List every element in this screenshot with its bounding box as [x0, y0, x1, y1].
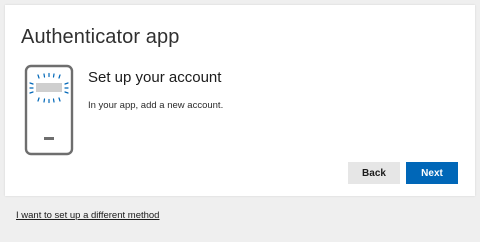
page: Authenticator app Set up your account In…	[0, 0, 480, 242]
page-title: Authenticator app	[21, 26, 180, 48]
different-method-link[interactable]: I want to set up a different method	[16, 210, 159, 221]
back-button[interactable]: Back	[348, 162, 400, 184]
setup-instruction: In your app, add a new account.	[88, 100, 224, 111]
next-button[interactable]: Next	[406, 162, 458, 184]
setup-heading: Set up your account	[88, 69, 222, 86]
setup-card: Authenticator app Set up your account In…	[5, 5, 475, 196]
phone-icon	[24, 64, 80, 160]
